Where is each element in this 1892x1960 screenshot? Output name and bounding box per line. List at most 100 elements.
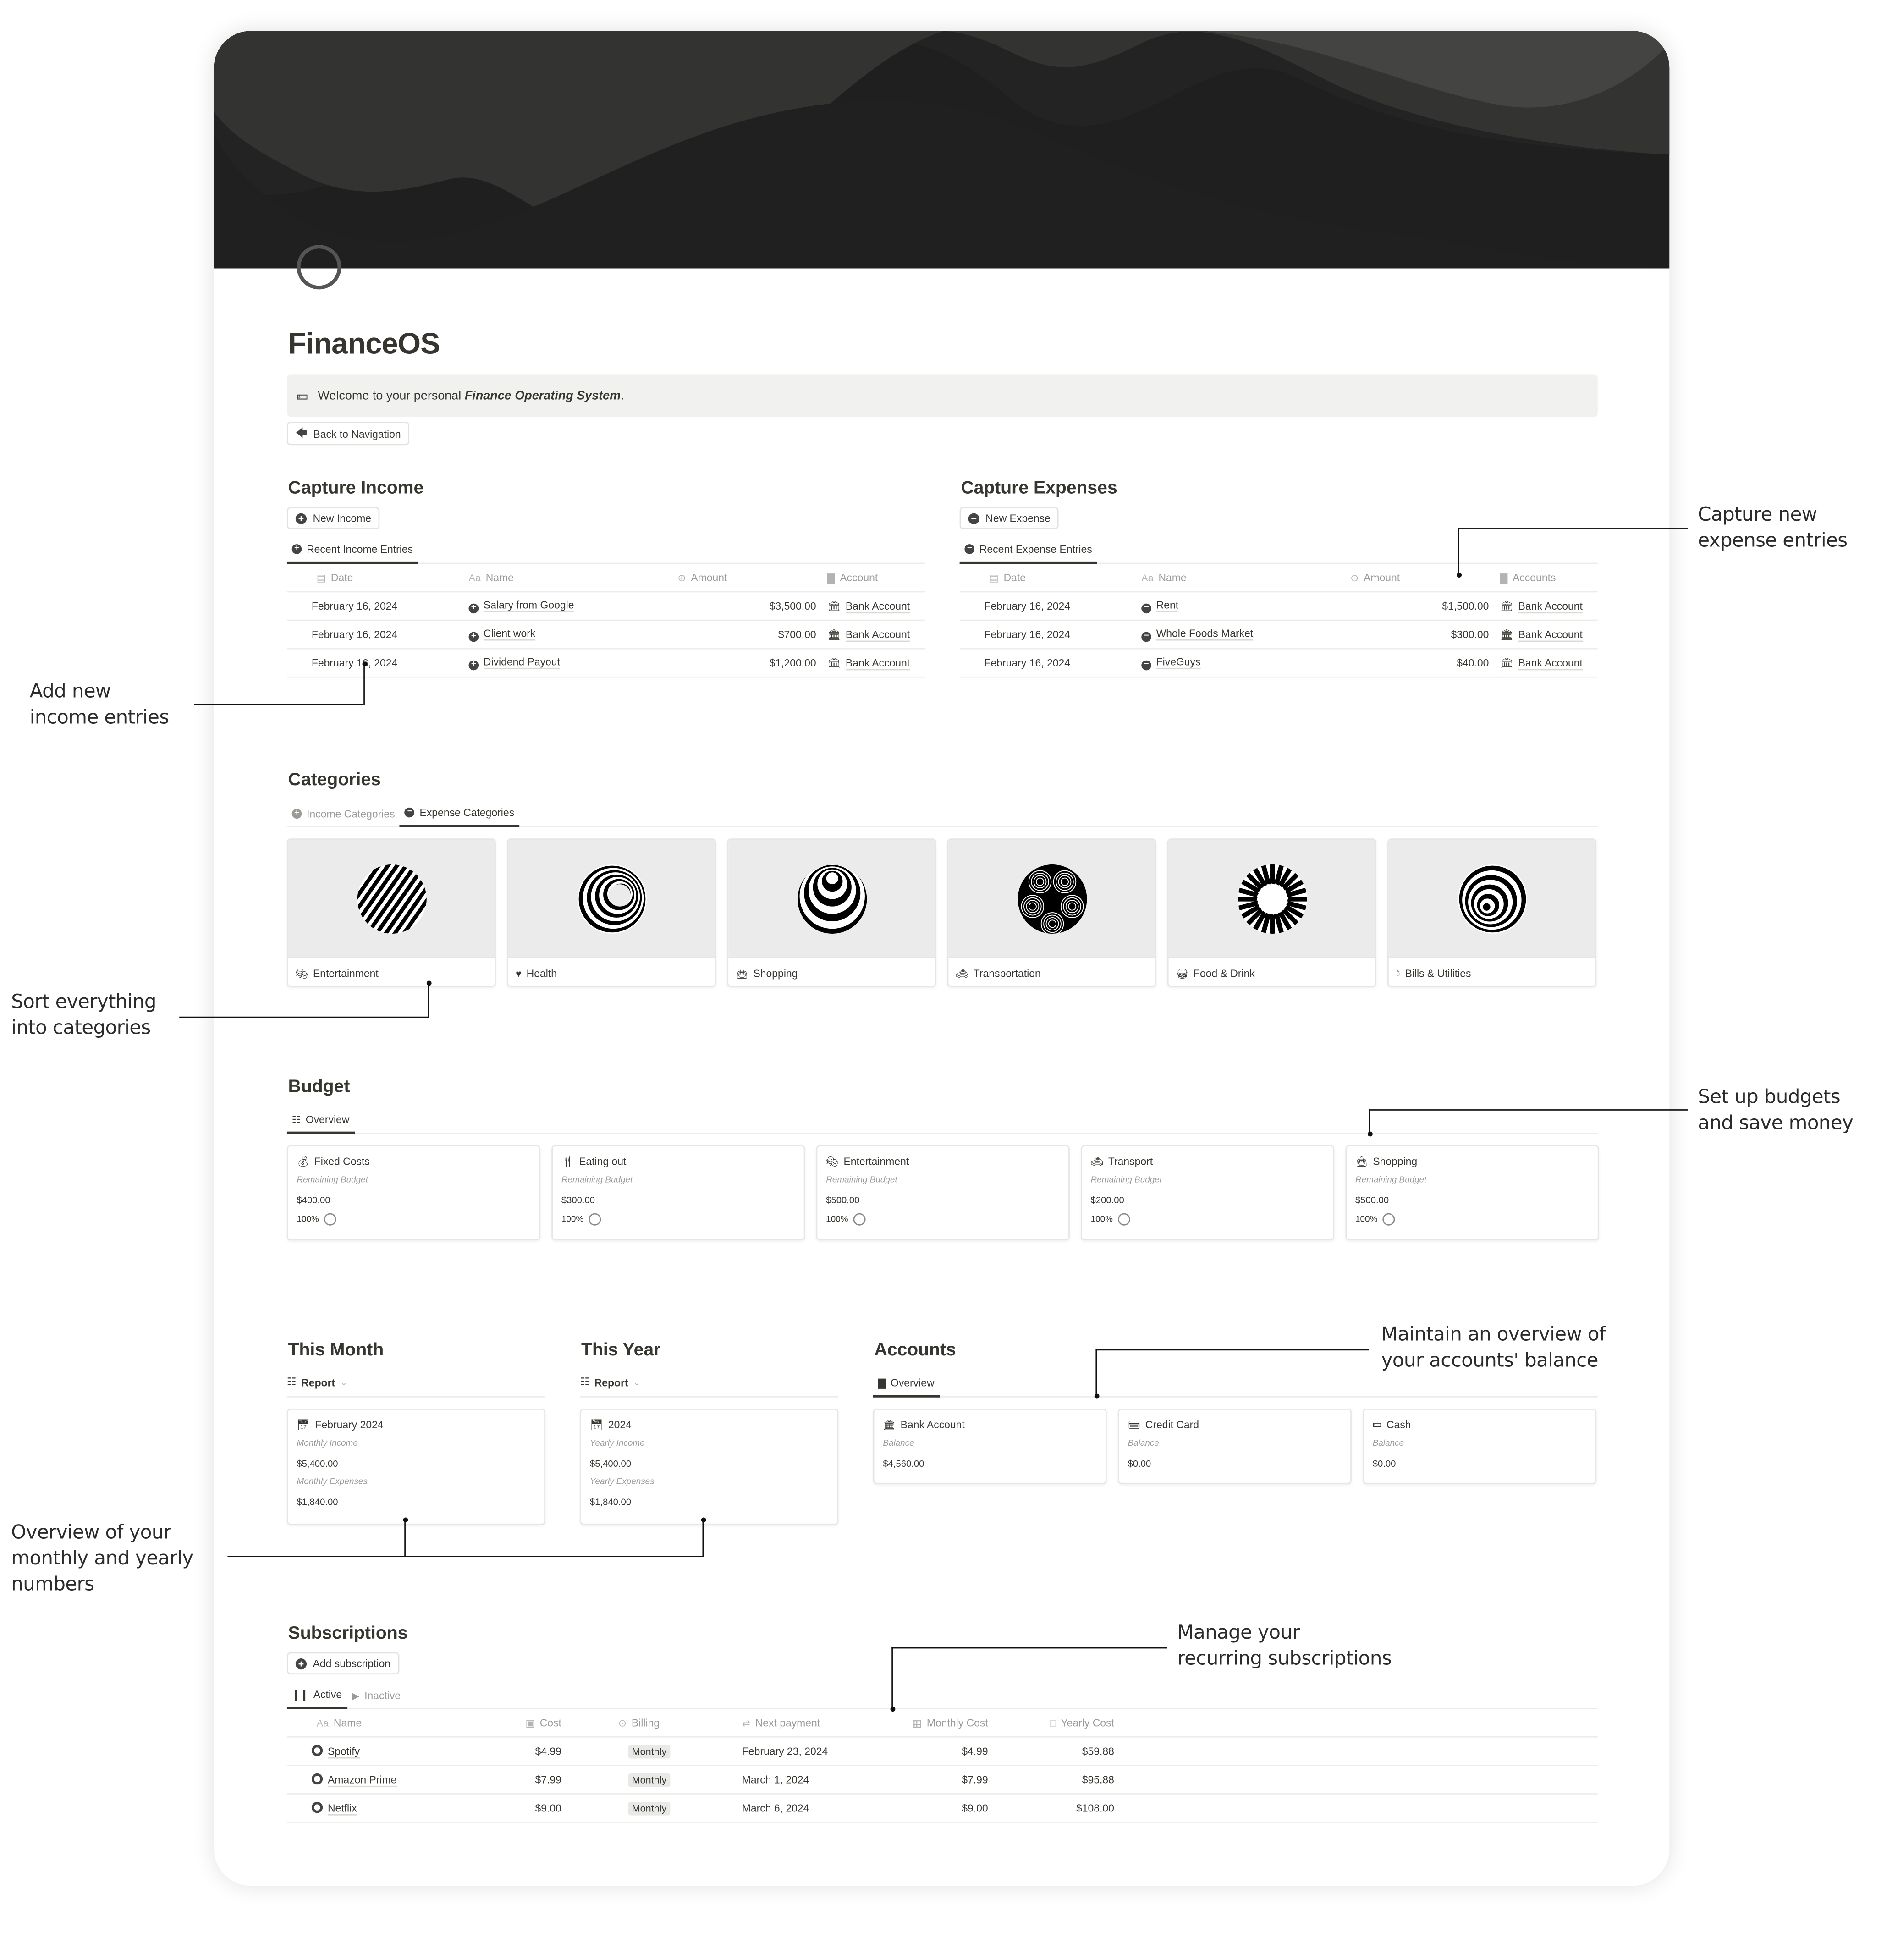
tab-budget-overview[interactable]: ☷ Overview <box>286 1113 355 1134</box>
account-link[interactable]: Bank Account <box>845 628 910 641</box>
table-row[interactable]: Spotify $4.99 Monthly February 23, 2024 $4.9… <box>286 1737 1598 1766</box>
category-card[interactable]: ♥ Health <box>507 838 716 987</box>
category-card[interactable]: 🍔︎ Food & Drink <box>1167 838 1376 987</box>
account-link[interactable]: Bank Account <box>1518 628 1583 641</box>
name-cell[interactable]: + Salary from Google <box>467 591 678 621</box>
annotation-categories: Sort everything into categories <box>11 989 156 1041</box>
table-row[interactable]: February 16, 2024− Whole Foods Market $300… <box>959 620 1598 650</box>
year-report-card[interactable]: 📅︎ 2024 Yearly Income $5,400.00 Yearly Ex… <box>580 1409 839 1525</box>
entry-name-link[interactable]: Rent <box>1156 598 1179 612</box>
tab-accounts-overview[interactable]: ▇ Overview <box>873 1376 940 1398</box>
name-cell[interactable]: + Dividend Payout <box>467 649 678 678</box>
column-amount[interactable]: ⊕ Amount <box>677 564 826 593</box>
screenshot-stage: FinanceOS 💵︎ Welcome to your personal Fi… <box>0 0 1892 1960</box>
new-expense-button[interactable]: − New Expense <box>959 507 1059 529</box>
table-row[interactable]: February 16, 2024 + Salary from Google $3,5… <box>286 591 925 621</box>
category-card[interactable]: 🎭︎ Entertainment <box>286 838 496 987</box>
account-cell[interactable]: 🏛︎ Bank Account <box>1498 620 1598 650</box>
entry-name-link[interactable]: FiveGuys <box>1156 655 1201 669</box>
category-card[interactable]: 👜︎ Shopping <box>727 838 936 987</box>
category-card[interactable]: 💧︎ Bills & Utilities <box>1387 838 1597 987</box>
table-row[interactable]: February 16, 2024− Rent $1,500.00 🏛︎ Bank Ac… <box>959 591 1598 621</box>
account-link[interactable]: Bank Account <box>1518 656 1583 670</box>
account-cell[interactable]: 🏛︎ Bank Account <box>826 591 925 621</box>
page-icon-circle[interactable] <box>297 245 341 290</box>
column-name[interactable]: Aa Name <box>1140 564 1351 593</box>
tab-recent-income-entries[interactable]: + Recent Income Entries <box>286 543 418 564</box>
table-row[interactable]: Netflix $9.00 Monthly March 6, 2024 $9.00 $10… <box>286 1794 1598 1823</box>
name-cell[interactable]: Spotify <box>286 1737 497 1766</box>
back-to-navigation-button[interactable]: 🡄 Back to Navigation <box>286 422 410 446</box>
entry-name-link[interactable]: Dividend Payout <box>483 655 560 669</box>
name-cell[interactable]: − Whole Foods Market <box>1140 620 1351 650</box>
name-cell[interactable]: Amazon Prime <box>286 1765 497 1795</box>
yearly-cost-cell: $108.00 <box>998 1794 1124 1823</box>
entry-name-link[interactable]: Whole Foods Market <box>1156 627 1254 641</box>
column-name[interactable]: Aa Name <box>286 1709 497 1738</box>
column-account[interactable]: ▇ Account <box>826 564 925 593</box>
remaining-budget-label: Remaining Budget <box>1090 1176 1162 1185</box>
entry-name-link[interactable]: Client work <box>483 627 536 641</box>
account-card[interactable]: 💳︎ Credit Card Balance $0.00 <box>1117 1409 1352 1484</box>
account-link[interactable]: Bank Account <box>845 656 910 670</box>
tab-expense-categories[interactable]: − Expense Categories <box>400 806 519 827</box>
budget-card[interactable]: 👜︎ Shopping Remaining Budget $500.00 100% <box>1345 1145 1599 1241</box>
month-report-card[interactable]: 📅︎ February 2024 Monthly Income $5,400.00… <box>286 1409 545 1525</box>
column-date[interactable]: ▤ Date <box>959 564 1140 593</box>
account-link[interactable]: Bank Account <box>845 599 910 613</box>
account-card[interactable]: 💵︎ Cash Balance $0.00 <box>1363 1409 1597 1484</box>
category-name: Food & Drink <box>1193 967 1255 980</box>
subscription-name-link[interactable]: Spotify <box>327 1745 360 1759</box>
column-date[interactable]: ▤ Date <box>286 564 468 593</box>
category-card[interactable]: 🚕︎ Transportation <box>947 838 1156 987</box>
new-income-button[interactable]: + New Income <box>286 507 380 529</box>
tab-inactive[interactable]: ▶ Inactive <box>347 1689 406 1707</box>
table-row[interactable]: February 16, 2024 + Client work $700.00 🏛︎ Ba… <box>286 620 925 650</box>
account-cell[interactable]: 🏛︎ Bank Account <box>826 649 925 678</box>
this-month-heading: This Month <box>288 1340 384 1360</box>
column-name[interactable]: Aa Name <box>467 564 678 593</box>
monthly-cost-cell: $4.99 <box>843 1737 998 1766</box>
entry-name-link[interactable]: Salary from Google <box>483 598 574 612</box>
tab-recent-expense-entries[interactable]: − Recent Expense Entries <box>959 543 1097 564</box>
subscription-name-link[interactable]: Netflix <box>327 1802 357 1816</box>
billing-cell[interactable]: Monthly <box>571 1794 708 1823</box>
calendar-icon: ▤ <box>316 573 326 584</box>
name-cell[interactable]: − FiveGuys <box>1140 649 1351 678</box>
tab-income-categories[interactable]: + Income Categories <box>287 808 400 826</box>
subscription-name-link[interactable]: Amazon Prime <box>327 1773 397 1787</box>
progress-ring-icon <box>1117 1213 1130 1226</box>
tab-label: Active <box>313 1688 342 1701</box>
tab-active[interactable]: ❙❙ Active <box>286 1688 347 1709</box>
column-label: Name <box>333 1716 362 1729</box>
budget-card[interactable]: 🍴︎ Eating out Remaining Budget $300.00 100% <box>551 1145 805 1241</box>
name-cell[interactable]: + Client work <box>467 620 678 650</box>
column-amount[interactable]: ⊖ Amount <box>1350 564 1499 593</box>
column-cost[interactable]: ▣ Cost <box>497 1709 572 1738</box>
column-accounts[interactable]: ▇ Accounts <box>1498 564 1598 593</box>
add-subscription-button[interactable]: + Add subscription <box>286 1652 400 1675</box>
budget-card[interactable]: 🎭︎ Entertainment Remaining Budget $500.00 10… <box>816 1145 1070 1241</box>
column-billing[interactable]: ⊙ Billing <box>571 1709 708 1738</box>
column-yearly-cost[interactable]: □ Yearly Cost <box>998 1709 1124 1738</box>
annotation-line: Capture new <box>1698 503 1817 526</box>
name-cell[interactable]: Netflix <box>286 1794 497 1823</box>
report-view-select[interactable]: ☷ Report ⌄ <box>287 1375 347 1396</box>
bank-icon: 🏛︎ <box>827 656 841 669</box>
report-view-select[interactable]: ☷ Report ⌄ <box>580 1375 640 1396</box>
billing-cell[interactable]: Monthly <box>571 1737 708 1766</box>
column-next-payment[interactable]: ⇄ Next payment <box>707 1709 844 1738</box>
account-link[interactable]: Bank Account <box>1518 599 1583 613</box>
table-row[interactable]: Amazon Prime $7.99 Monthly March 1, 2024 $7.… <box>286 1765 1598 1795</box>
account-cell[interactable]: 🏛︎ Bank Account <box>1498 591 1598 621</box>
account-card[interactable]: 🏛︎ Bank Account Balance $4,560.00 <box>873 1409 1107 1484</box>
name-cell[interactable]: − Rent <box>1140 591 1351 621</box>
table-row[interactable]: February 16, 2024 + Dividend Payout $1,200.… <box>286 649 925 678</box>
budget-card[interactable]: 🚕︎ Transport Remaining Budget $200.00 100% <box>1081 1145 1335 1241</box>
account-cell[interactable]: 🏛︎ Bank Account <box>826 620 925 650</box>
billing-cell[interactable]: Monthly <box>571 1765 708 1795</box>
column-monthly-cost[interactable]: ▦ Monthly Cost <box>843 1709 998 1738</box>
account-cell[interactable]: 🏛︎ Bank Account <box>1498 649 1598 678</box>
table-row[interactable]: February 16, 2024− FiveGuys $40.00 🏛︎ Bank A… <box>959 649 1598 678</box>
budget-card[interactable]: 💰︎ Fixed Costs Remaining Budget $400.00 100% <box>286 1145 541 1241</box>
